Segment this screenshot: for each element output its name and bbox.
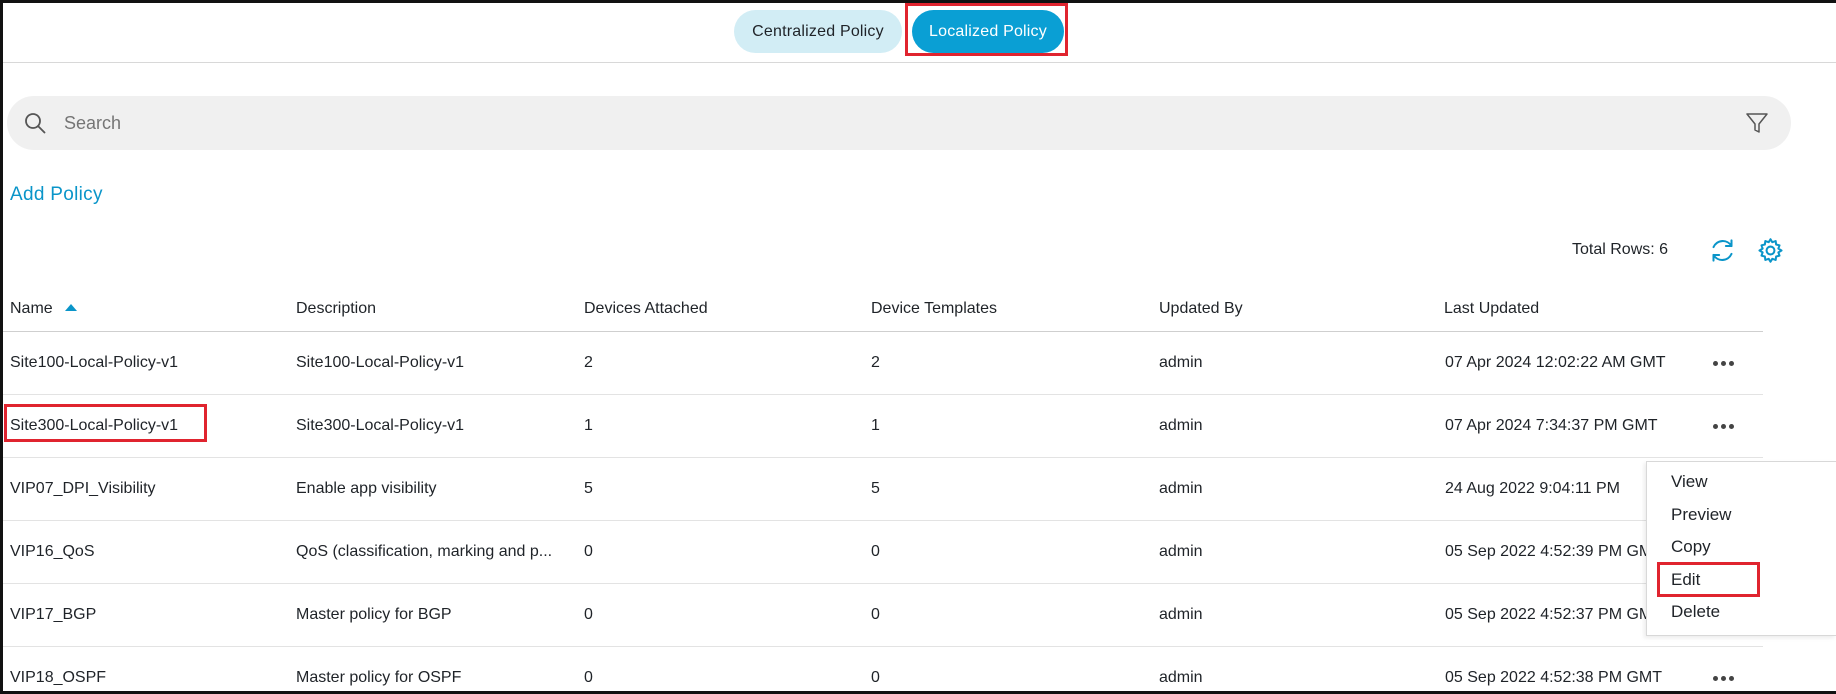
search-input[interactable]	[64, 96, 1664, 150]
table-row[interactable]: VIP17_BGP Master policy for BGP 0 0 admi…	[3, 585, 1763, 647]
cell-device-templates: 0	[871, 606, 880, 623]
tab-centralized-policy[interactable]: Centralized Policy	[734, 10, 902, 53]
cell-description: Master policy for BGP	[296, 606, 452, 623]
cell-last-updated: 24 Aug 2022 9:04:11 PM	[1445, 480, 1620, 497]
filter-icon[interactable]	[1745, 111, 1769, 135]
cell-updated-by: admin	[1159, 417, 1203, 434]
more-options-icon[interactable]	[1713, 361, 1735, 367]
column-header-name[interactable]: Name	[10, 300, 77, 318]
cell-devices-attached: 5	[584, 480, 593, 497]
cell-last-updated: 07 Apr 2024 7:34:37 PM GMT	[1445, 417, 1658, 434]
cell-updated-by: admin	[1159, 480, 1203, 497]
cell-device-templates: 0	[871, 543, 880, 560]
column-header-last-updated[interactable]: Last Updated	[1444, 300, 1539, 318]
highlight-box-site300-name	[4, 404, 207, 442]
menu-item-preview[interactable]: Preview	[1671, 505, 1731, 525]
cell-last-updated: 05 Sep 2022 4:52:39 PM GMT	[1445, 543, 1663, 560]
cell-updated-by: admin	[1159, 669, 1203, 686]
column-header-label: Name	[10, 300, 53, 317]
menu-item-view[interactable]: View	[1671, 472, 1708, 492]
cell-description: Enable app visibility	[296, 480, 437, 497]
refresh-icon[interactable]	[1709, 237, 1736, 264]
table-row[interactable]: VIP16_QoS QoS (classification, marking a…	[3, 522, 1763, 584]
sort-ascending-icon	[64, 304, 77, 311]
search-icon	[25, 113, 46, 134]
table-header: Name Description Devices Attached Device…	[3, 296, 1763, 332]
cell-devices-attached: 0	[584, 543, 593, 560]
total-rows-count: Total Rows: 6	[1572, 241, 1669, 258]
column-header-devices-attached[interactable]: Devices Attached	[584, 300, 708, 318]
menu-item-copy[interactable]: Copy	[1671, 537, 1711, 557]
highlight-box-edit	[1657, 562, 1760, 597]
cell-description: Site100-Local-Policy-v1	[296, 354, 465, 371]
cell-description: Master policy for OSPF	[296, 669, 462, 686]
cell-last-updated: 05 Sep 2022 4:52:38 PM GMT	[1445, 669, 1663, 686]
cell-name[interactable]: VIP16_QoS	[10, 543, 95, 561]
add-policy-link[interactable]: Add Policy	[10, 184, 103, 206]
cell-devices-attached: 0	[584, 669, 593, 686]
table-row[interactable]: Site300-Local-Policy-v1 Site300-Local-Po…	[3, 396, 1763, 458]
cell-name[interactable]: VIP07_DPI_Visibility	[10, 480, 156, 498]
table-row[interactable]: VIP18_OSPF Master policy for OSPF 0 0 ad…	[3, 648, 1763, 694]
more-options-icon[interactable]	[1713, 424, 1735, 430]
cell-name[interactable]: Site100-Local-Policy-v1	[10, 354, 178, 372]
search-bar	[7, 96, 1791, 150]
column-header-description[interactable]: Description	[296, 300, 376, 318]
cell-description: Site300-Local-Policy-v1	[296, 417, 465, 434]
cell-device-templates: 0	[871, 669, 880, 686]
cell-device-templates: 2	[871, 354, 880, 371]
more-options-icon[interactable]	[1713, 676, 1735, 682]
cell-last-updated: 05 Sep 2022 4:52:37 PM GMT	[1445, 606, 1663, 623]
cell-devices-attached: 2	[584, 354, 593, 371]
cell-devices-attached: 0	[584, 606, 593, 623]
cell-devices-attached: 1	[584, 417, 593, 434]
cell-description: QoS (classification, marking and p...	[296, 543, 553, 560]
cell-name[interactable]: VIP18_OSPF	[10, 669, 106, 687]
table-row[interactable]: Site100-Local-Policy-v1 Site100-Local-Po…	[3, 333, 1763, 395]
cell-updated-by: admin	[1159, 354, 1203, 371]
cell-updated-by: admin	[1159, 606, 1203, 623]
table-row[interactable]: VIP07_DPI_Visibility Enable app visibili…	[3, 459, 1763, 521]
highlight-box-localized-tab	[905, 3, 1068, 56]
column-header-device-templates[interactable]: Device Templates	[871, 300, 997, 318]
gear-icon[interactable]	[1757, 237, 1784, 264]
cell-name[interactable]: VIP17_BGP	[10, 606, 96, 624]
menu-item-delete[interactable]: Delete	[1671, 602, 1720, 622]
divider	[3, 62, 1836, 63]
cell-last-updated: 07 Apr 2024 12:02:22 AM GMT	[1445, 354, 1666, 371]
context-menu: View Preview Copy Edit Delete	[1646, 461, 1836, 636]
cell-device-templates: 5	[871, 480, 880, 497]
cell-device-templates: 1	[871, 417, 880, 434]
cell-updated-by: admin	[1159, 543, 1203, 560]
column-header-updated-by[interactable]: Updated By	[1159, 300, 1243, 318]
